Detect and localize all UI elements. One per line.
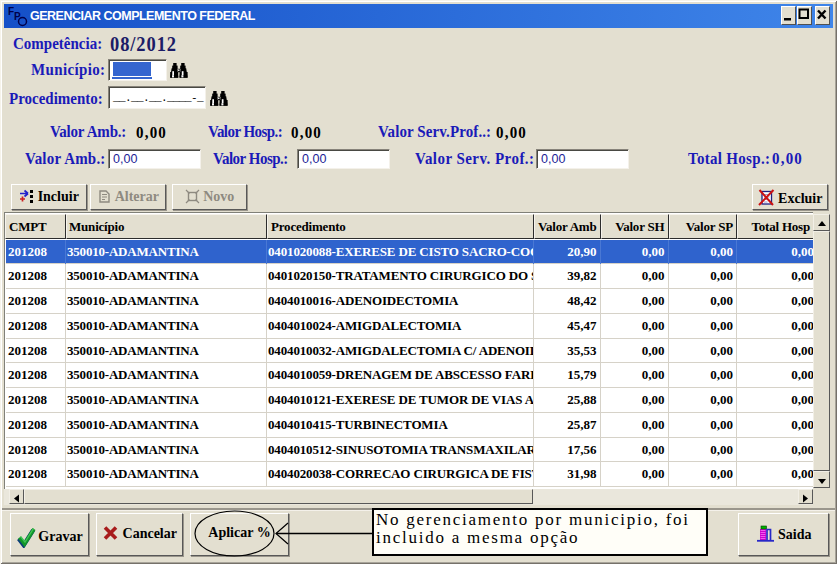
- svg-text:P: P: [14, 11, 21, 22]
